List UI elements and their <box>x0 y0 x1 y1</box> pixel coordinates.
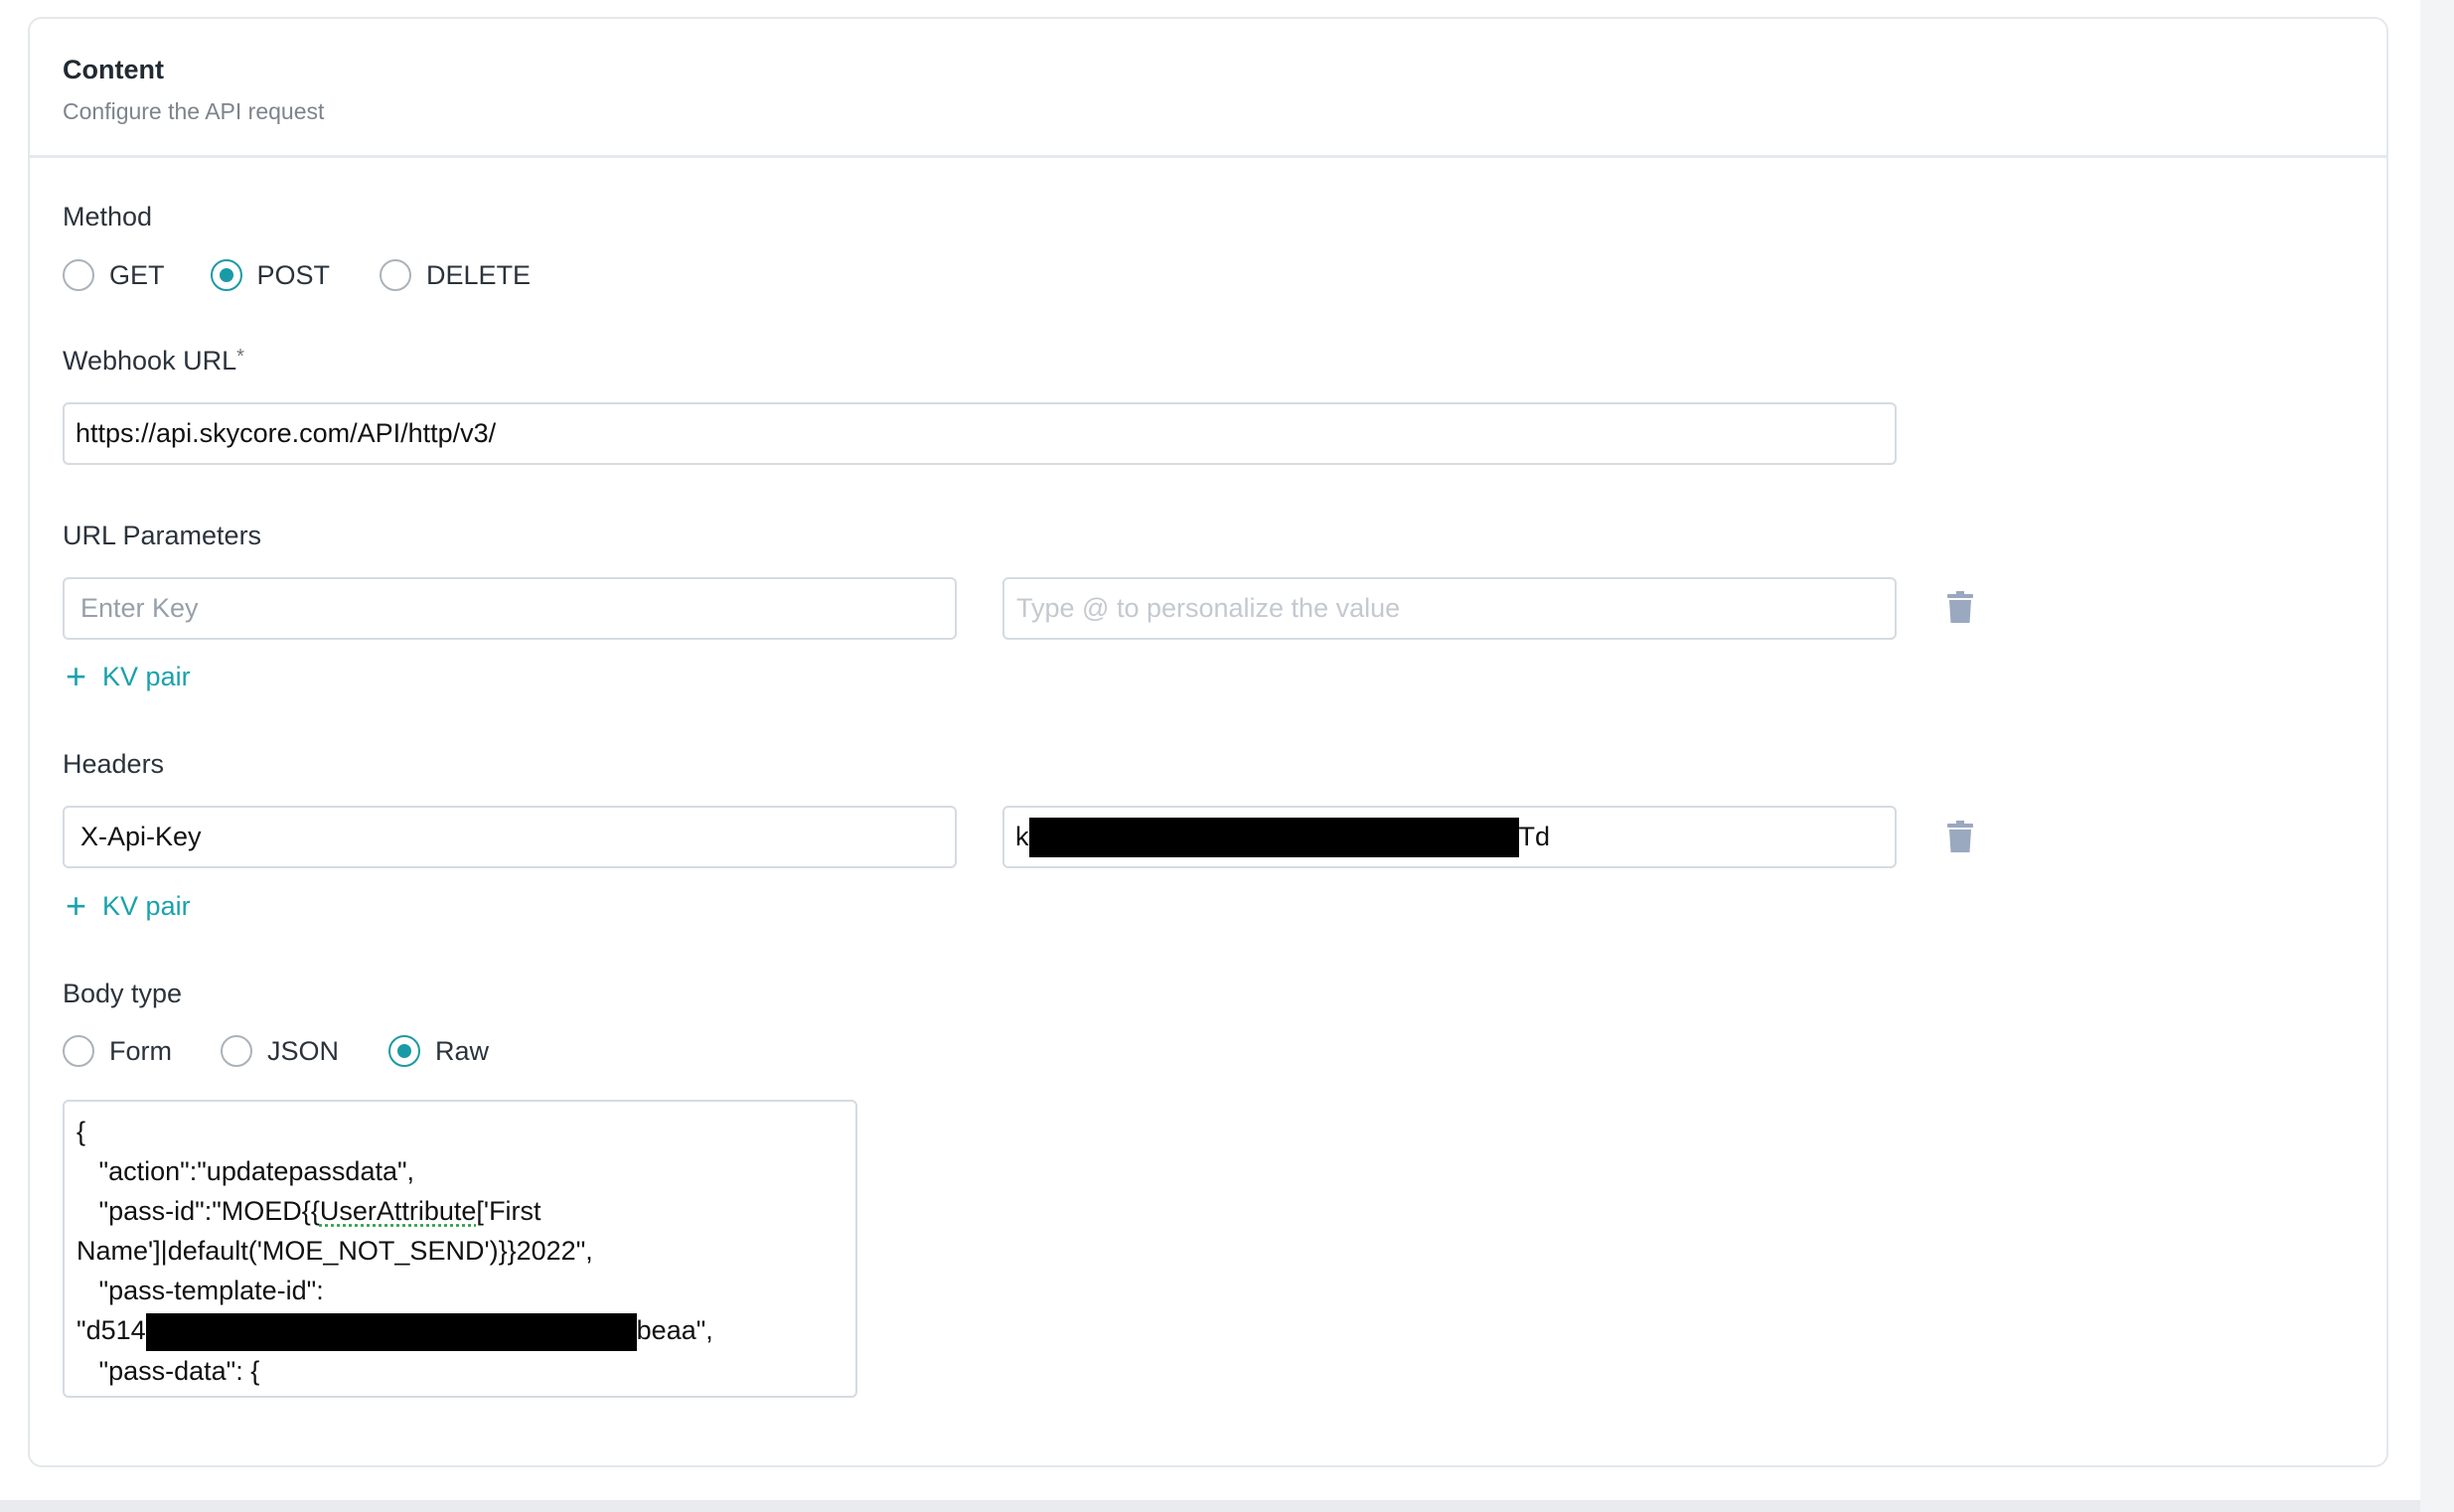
body-text: ['First <box>476 1196 541 1226</box>
redacted-block <box>1028 817 1519 857</box>
body-text: beaa", <box>636 1315 713 1345</box>
spellcheck-marked-text: UserAttribute <box>319 1196 477 1226</box>
plus-icon: + <box>66 885 87 926</box>
add-header-kv-button[interactable]: + KV pair <box>66 888 191 924</box>
body-line: "action":"updatepassdata", <box>77 1156 415 1186</box>
radio-circle[interactable] <box>210 259 242 291</box>
card-header: Content Configure the API request <box>30 19 2386 158</box>
radio-label: JSON <box>267 1035 340 1066</box>
body-line: Name']|default('MOE_NOT_SEND')}}2022", <box>77 1236 593 1266</box>
radio-label: GET <box>109 259 165 290</box>
card-title: Content <box>63 55 164 84</box>
radio-label: Raw <box>435 1035 490 1066</box>
method-get-radio[interactable]: GET <box>63 259 165 291</box>
webhook-url-label-text: Webhook URL <box>63 346 237 376</box>
body-form-radio[interactable]: Form <box>63 1035 172 1067</box>
radio-circle[interactable] <box>63 259 94 291</box>
page: Content Configure the API request Method… <box>0 0 2420 1500</box>
required-mark: * <box>236 346 244 368</box>
body-line: "d514 beaa", <box>77 1310 844 1351</box>
body-type-radio-group: Form JSON Raw <box>63 1035 489 1067</box>
body-raw-radio[interactable]: Raw <box>388 1035 489 1067</box>
body-line: "pass-data": { <box>77 1355 260 1386</box>
radio-circle[interactable] <box>63 1035 94 1067</box>
method-post-radio[interactable]: POST <box>210 259 331 291</box>
method-label: Method <box>63 202 153 231</box>
trash-icon[interactable] <box>1947 591 1973 623</box>
add-url-param-kv-button[interactable]: + KV pair <box>66 659 191 694</box>
body-line: "pass-id":"MOED{{UserAttribute['First <box>77 1191 844 1231</box>
header-value-input[interactable]: k Td <box>1002 806 1897 868</box>
add-kv-label: KV pair <box>102 890 191 921</box>
radio-circle[interactable] <box>221 1035 252 1067</box>
webhook-url-label: Webhook URL* <box>63 346 244 377</box>
add-kv-label: KV pair <box>102 661 191 691</box>
trash-icon[interactable] <box>1947 821 1973 852</box>
header-value-suffix: Td <box>1518 822 1551 851</box>
card-subtitle: Configure the API request <box>63 98 325 124</box>
radio-circle[interactable] <box>388 1035 421 1067</box>
body-line: "pass-template-id": <box>77 1276 324 1305</box>
content-card: Content Configure the API request Method… <box>28 17 2388 1467</box>
body-line: { <box>77 1117 86 1146</box>
url-param-value-input[interactable]: Type @ to personalize the value <box>1002 577 1897 640</box>
url-parameters-label: URL Parameters <box>63 521 262 550</box>
method-radio-group: GET POST DELETE <box>63 259 531 291</box>
raw-body-textarea[interactable]: { "action":"updatepassdata", "pass-id":"… <box>63 1100 857 1398</box>
url-param-key-input[interactable]: Enter Key <box>63 577 957 640</box>
webhook-url-input[interactable]: https://api.skycore.com/API/http/v3/ <box>63 402 1897 465</box>
radio-circle[interactable] <box>380 259 412 291</box>
body-text: "d514 <box>77 1315 146 1345</box>
body-text: "pass-id":"MOED{{ <box>77 1196 320 1226</box>
radio-label: Form <box>109 1035 172 1066</box>
method-delete-radio[interactable]: DELETE <box>380 259 531 291</box>
body-type-label: Body type <box>63 979 183 1008</box>
header-key-input[interactable]: X-Api-Key <box>63 806 957 868</box>
radio-label: DELETE <box>426 259 532 290</box>
header-value-prefix: k <box>1015 822 1029 851</box>
redacted-block <box>145 1312 637 1351</box>
headers-label: Headers <box>63 749 165 779</box>
plus-icon: + <box>66 656 87 696</box>
body-json-radio[interactable]: JSON <box>221 1035 339 1067</box>
radio-label: POST <box>256 259 331 290</box>
bottom-strip <box>0 1500 2420 1512</box>
